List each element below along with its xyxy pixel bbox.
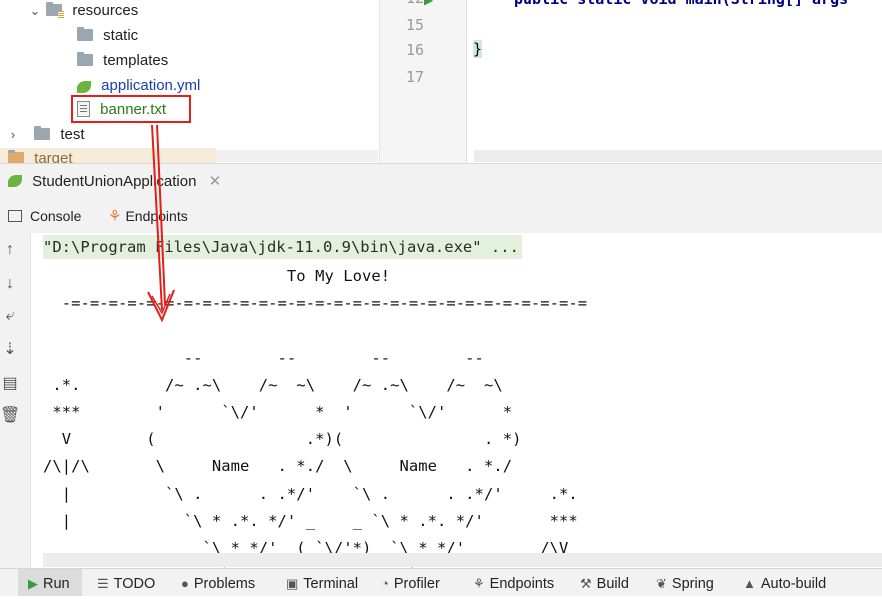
folder-icon (8, 152, 24, 163)
status-bar: t ▶Run ☰TODO ●Problems ▣Terminal ◔Profil… (0, 568, 882, 596)
editor-gutter: 12 ▶ 15 16 17 (379, 0, 466, 163)
code-editor[interactable]: public static void main(String[] args } (466, 0, 882, 163)
run-gutter-icon[interactable]: ▶ (424, 0, 433, 7)
tree-item-resources[interactable]: ⌄ resources (28, 0, 138, 23)
tree-item-templates[interactable]: templates (77, 49, 168, 73)
ascii-banner: To My Love! -=-=-=-=-=-=-=-=-=-=-=-=-=-=… (43, 263, 587, 568)
tool-build[interactable]: ⚒Build (580, 569, 629, 596)
chevron-down-icon[interactable]: ⌄ (28, 0, 42, 23)
tree-item-label: templates (103, 52, 168, 69)
spring-boot-icon (8, 175, 22, 187)
tree-item-label: target (34, 150, 72, 163)
tool-endpoints[interactable]: ⚘Endpoints (473, 569, 554, 596)
tool-todo[interactable]: ☰TODO (97, 569, 155, 596)
chevron-right-icon[interactable]: › (6, 123, 20, 147)
tool-run[interactable]: ▶Run (18, 569, 82, 596)
closing-brace[interactable]: } (473, 40, 482, 58)
console-toolbar: ↑ ↓ ⤶ ⇣ ▤ 🗑 (0, 233, 31, 568)
soft-wrap-icon[interactable]: ⤶ (0, 307, 20, 325)
warning-icon: ▲ (743, 569, 756, 598)
arrow-down-icon[interactable]: ↓ (0, 275, 20, 293)
console-icon (8, 210, 22, 222)
trash-icon[interactable]: 🗑 (0, 405, 20, 425)
arrow-up-icon[interactable]: ↑ (0, 241, 20, 259)
problems-icon: ● (181, 569, 189, 598)
run-icon: ▶ (28, 569, 38, 598)
console-scrollbar[interactable] (43, 553, 882, 567)
resources-folder-icon (46, 4, 62, 16)
line-number: 17 (380, 68, 424, 86)
terminal-icon: ▣ (286, 569, 298, 598)
folder-icon (77, 29, 93, 41)
scroll-to-end-icon[interactable]: ⇣ (0, 339, 20, 359)
tree-item-label: resources (72, 2, 138, 19)
line-number: 16 (380, 41, 424, 59)
tool-terminal[interactable]: ▣Terminal (286, 569, 358, 596)
tab-console[interactable]: Console (8, 199, 81, 233)
tool-spring[interactable]: ❦Spring (656, 569, 714, 596)
run-tool-header: StudentUnionApplication ✕ (0, 163, 882, 200)
folder-icon (77, 54, 93, 66)
tool-auto-build[interactable]: ▲Auto-build (743, 569, 826, 596)
folder-icon (34, 128, 50, 140)
profiler-icon: ◔ (381, 569, 389, 598)
close-icon[interactable]: ✕ (209, 173, 222, 190)
spring-icon: ❦ (656, 569, 667, 598)
highlight-box (71, 95, 191, 123)
endpoints-icon: ⚘ (108, 208, 121, 225)
tree-item-label: static (103, 27, 138, 44)
run-subtabs: Console ⚘Endpoints (0, 199, 882, 234)
tool-problems[interactable]: ●Problems (181, 569, 255, 596)
list-icon: ☰ (97, 569, 109, 598)
code-line[interactable]: public static void main(String[] args (514, 0, 848, 8)
tree-item-static[interactable]: static (77, 24, 138, 48)
annotation-arrow (140, 120, 190, 330)
tool-profiler[interactable]: ◔Profiler (381, 569, 440, 596)
tree-item-test[interactable]: › test (6, 123, 85, 147)
command-line: "D:\Program Files\Java\jdk-11.0.9\bin\ja… (43, 235, 522, 259)
editor-scrollbar[interactable] (474, 150, 882, 162)
hammer-icon: ⚒ (580, 569, 592, 598)
tree-item-label: application.yml (101, 77, 200, 94)
tree-scrollbar[interactable] (216, 150, 378, 162)
line-number: 15 (380, 16, 424, 34)
tree-item-label: test (60, 126, 84, 143)
print-icon[interactable]: ▤ (0, 373, 20, 393)
endpoints-icon: ⚘ (473, 569, 485, 598)
line-number: 12 (380, 0, 424, 7)
spring-config-icon (77, 81, 91, 93)
